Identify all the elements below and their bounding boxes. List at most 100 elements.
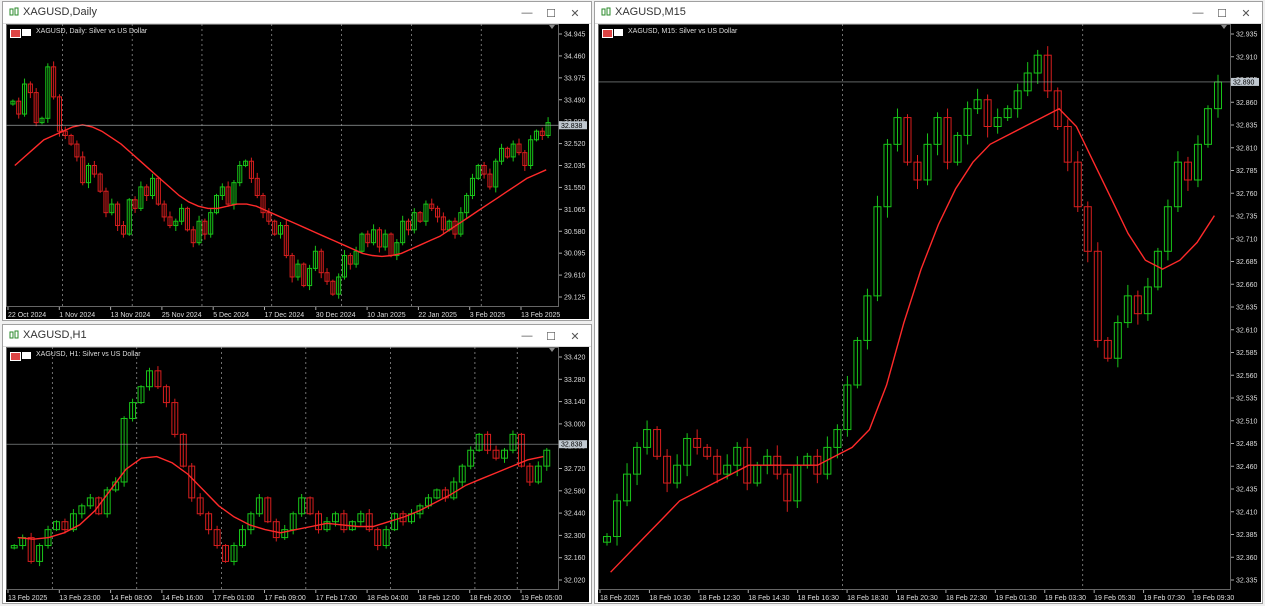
time-tick: 19 Feb 09:30 — [1193, 595, 1234, 602]
close-button[interactable]: ✕ — [563, 327, 587, 345]
price-tick: 32.935 — [1236, 32, 1258, 39]
price-tick: 33.280 — [564, 377, 586, 384]
time-tick: 25 Nov 2024 — [162, 312, 202, 319]
price-tick: 33.420 — [564, 355, 586, 362]
time-tick: 17 Dec 2024 — [265, 312, 305, 319]
price-chart-h1[interactable]: XAGUSD, H1: Silver vs US Dollar 33.420 33… — [6, 347, 589, 602]
price-tick: 32.035 — [564, 163, 586, 170]
price-tick: 34.945 — [564, 32, 586, 39]
time-tick: 17 Feb 09:00 — [265, 595, 306, 602]
chart-svg: 33.42033.28033.14033.00032.86032.72032.5… — [6, 347, 587, 602]
time-tick: 22 Jan 2025 — [418, 312, 457, 319]
price-tick: 29.610 — [564, 273, 586, 280]
chart-shift-marker[interactable] — [549, 348, 555, 352]
time-tick: 19 Feb 07:30 — [1144, 595, 1185, 602]
price-tick: 32.520 — [564, 141, 586, 148]
chart-svg: 34.94534.46033.97533.49033.00532.52032.0… — [6, 24, 587, 319]
time-tick: 14 Feb 16:00 — [162, 595, 203, 602]
time-tick: 17 Feb 01:00 — [213, 595, 254, 602]
price-tick: 32.785 — [1236, 168, 1258, 175]
titlebar-daily[interactable]: XAGUSD,Daily — ☐ ✕ — [3, 2, 591, 24]
price-tick: 33.000 — [564, 421, 586, 428]
time-tick: 19 Feb 05:00 — [521, 595, 562, 602]
minimize-button[interactable]: — — [515, 4, 539, 22]
price-tick: 32.410 — [1236, 509, 1258, 516]
time-tick: 22 Oct 2024 — [8, 312, 46, 319]
time-tick: 1 Nov 2024 — [59, 312, 95, 319]
time-tick: 18 Feb 20:00 — [470, 595, 511, 602]
price-tick: 32.160 — [564, 555, 586, 562]
window-title: XAGUSD,Daily — [23, 6, 97, 18]
time-tick: 30 Dec 2024 — [316, 312, 356, 319]
chart-shift-marker[interactable] — [549, 25, 555, 29]
price-tick: 32.660 — [1236, 282, 1258, 289]
time-tick: 18 Feb 16:30 — [798, 595, 839, 602]
chart-window-h1[interactable]: XAGUSD,H1 — ☐ ✕ XAGUSD, H1: Silver vs US… — [2, 324, 592, 604]
price-tick: 29.125 — [564, 295, 586, 302]
price-tick: 33.140 — [564, 399, 586, 406]
time-tick: 19 Feb 01:30 — [995, 595, 1036, 602]
price-tick: 32.335 — [1236, 578, 1258, 585]
chart-window-m15[interactable]: XAGUSD,M15 — ☐ ✕ XAGUSD, M15: Silver vs … — [594, 1, 1263, 604]
time-tick: 18 Feb 04:00 — [367, 595, 408, 602]
close-button[interactable]: ✕ — [1234, 4, 1258, 22]
price-tick: 32.485 — [1236, 441, 1258, 448]
titlebar-h1[interactable]: XAGUSD,H1 — ☐ ✕ — [3, 325, 591, 347]
maximize-button[interactable]: ☐ — [539, 4, 563, 22]
chart-window-icon — [601, 7, 611, 16]
chart-shift-marker[interactable] — [1221, 25, 1227, 29]
price-tick: 32.760 — [1236, 191, 1258, 198]
maximize-button[interactable]: ☐ — [1210, 4, 1234, 22]
time-tick: 13 Feb 2025 — [521, 312, 560, 319]
window-title: XAGUSD,M15 — [615, 6, 686, 18]
moving-average-line — [610, 107, 1215, 573]
time-tick: 14 Feb 08:00 — [111, 595, 152, 602]
minimize-button[interactable]: — — [515, 327, 539, 345]
price-tick: 32.910 — [1236, 54, 1258, 61]
time-tick: 18 Feb 20:30 — [897, 595, 938, 602]
price-tick: 31.550 — [564, 185, 586, 192]
chart-window-daily[interactable]: XAGUSD,Daily — ☐ ✕ XAGUSD, Daily: Silver… — [2, 1, 592, 321]
time-tick: 18 Feb 12:00 — [418, 595, 459, 602]
price-tick: 32.835 — [1236, 123, 1258, 130]
time-tick: 10 Jan 2025 — [367, 312, 406, 319]
minimize-button[interactable]: — — [1186, 4, 1210, 22]
time-tick: 18 Feb 18:30 — [847, 595, 888, 602]
price-tick: 32.720 — [564, 466, 586, 473]
time-tick: 13 Feb 2025 — [8, 595, 47, 602]
maximize-button[interactable]: ☐ — [539, 327, 563, 345]
time-tick: 17 Feb 17:00 — [316, 595, 357, 602]
close-button[interactable]: ✕ — [563, 4, 587, 22]
window-title: XAGUSD,H1 — [23, 329, 87, 341]
price-tick: 32.435 — [1236, 487, 1258, 494]
price-tick: 32.585 — [1236, 350, 1258, 357]
chart-window-icon — [9, 7, 19, 16]
chart-window-icon — [9, 330, 19, 339]
price-tick: 32.735 — [1236, 214, 1258, 221]
time-tick: 3 Feb 2025 — [470, 312, 506, 319]
price-tick: 32.810 — [1236, 145, 1258, 152]
time-tick: 13 Feb 23:00 — [59, 595, 100, 602]
price-chart-m15[interactable]: XAGUSD, M15: Silver vs US Dollar 32.935 3… — [598, 24, 1261, 602]
price-tick: 32.020 — [564, 578, 586, 585]
titlebar-m15[interactable]: XAGUSD,M15 — ☐ ✕ — [595, 2, 1262, 24]
time-tick: 18 Feb 10:30 — [649, 595, 690, 602]
price-tick: 32.580 — [564, 488, 586, 495]
time-tick: 18 Feb 22:30 — [946, 595, 987, 602]
time-tick: 19 Feb 05:30 — [1094, 595, 1135, 602]
price-tick: 32.440 — [564, 511, 586, 518]
price-tick: 32.685 — [1236, 259, 1258, 266]
price-tick: 32.510 — [1236, 418, 1258, 425]
price-tick: 32.860 — [1236, 100, 1258, 107]
price-tick: 32.560 — [1236, 373, 1258, 380]
time-tick: 18 Feb 12:30 — [699, 595, 740, 602]
price-tick: 32.385 — [1236, 532, 1258, 539]
time-tick: 13 Nov 2024 — [111, 312, 151, 319]
price-chart-daily[interactable]: XAGUSD, Daily: Silver vs US Dollar 34.94… — [6, 24, 589, 319]
price-tick: 30.095 — [564, 251, 586, 258]
price-tick: 31.065 — [564, 207, 586, 214]
price-tag-text: 32.838 — [561, 123, 583, 130]
chart-svg: 32.93532.91032.88532.86032.83532.81032.7… — [598, 24, 1259, 602]
price-tick: 32.460 — [1236, 464, 1258, 471]
time-tick: 5 Dec 2024 — [213, 312, 249, 319]
